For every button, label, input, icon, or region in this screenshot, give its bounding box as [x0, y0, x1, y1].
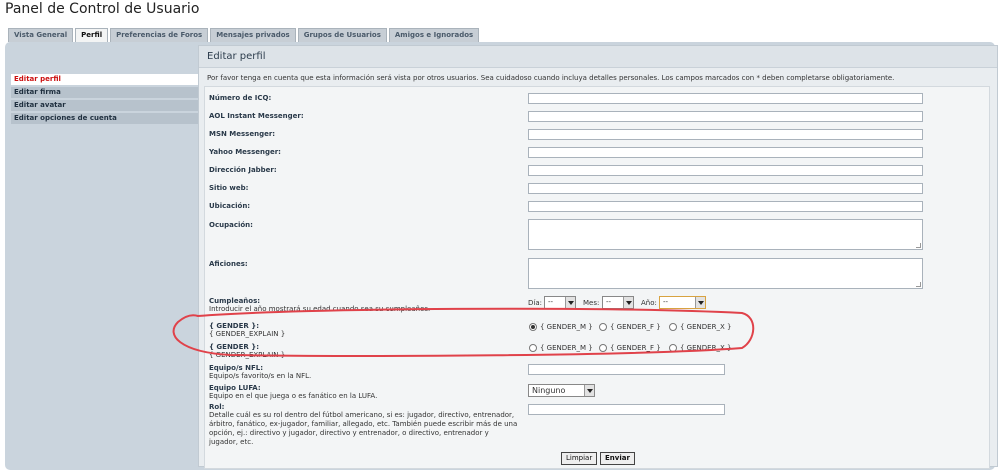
- jabber-label: Dirección Jabber:: [209, 166, 277, 174]
- chevron-down-icon: [584, 385, 594, 396]
- gender-f-radio-2[interactable]: [599, 344, 607, 352]
- sidebar-item-editar-opciones-cuenta[interactable]: Editar opciones de cuenta: [11, 113, 198, 124]
- rol-explain-line-2: árbitro, fanático, ex-jugador, familiar,…: [209, 420, 518, 428]
- gender-m-label-2: { GENDER_M }: [540, 344, 593, 352]
- month-label: Mes:: [583, 299, 600, 307]
- tab-amigos-ignorados[interactable]: Amigos e Ignorados: [388, 28, 480, 42]
- lufa-label: Equipo LUFA:: [209, 384, 261, 392]
- gender-label-2: { GENDER }:: [209, 343, 260, 351]
- gender-m-radio-2[interactable]: [529, 344, 537, 352]
- nfl-label: Equipo/s NFL:: [209, 364, 264, 372]
- gender-x-radio[interactable]: [669, 323, 677, 331]
- nfl-field[interactable]: [528, 364, 725, 375]
- profile-form: Número de ICQ: AOL Instant Messenger: MS…: [204, 86, 990, 469]
- gender-f-label-2: { GENDER_F }: [610, 344, 661, 352]
- yahoo-label: Yahoo Messenger:: [209, 148, 281, 156]
- submit-button[interactable]: Enviar: [600, 452, 635, 465]
- year-select[interactable]: --: [659, 296, 706, 309]
- gender-label: { GENDER }:: [209, 322, 260, 330]
- icq-field[interactable]: [528, 93, 923, 104]
- gender-f-radio[interactable]: [599, 323, 607, 331]
- rol-explain-line-4: jugador, etc.: [209, 438, 254, 446]
- gender-explain-2: { GENDER_EXPLAIN }: [209, 351, 286, 359]
- sidebar-item-editar-perfil[interactable]: Editar perfil: [11, 74, 198, 85]
- control-panel: Editar perfil Editar firma Editar avatar…: [5, 42, 998, 470]
- lufa-value: Ninguno: [532, 386, 566, 395]
- location-label: Ubicación:: [209, 202, 251, 210]
- tab-perfil[interactable]: Perfil: [75, 28, 109, 43]
- day-label: Día:: [528, 299, 542, 307]
- gender-x-label-2: { GENDER_X }: [680, 344, 732, 352]
- tab-bar: Vista General Perfil Preferencias de For…: [8, 28, 481, 43]
- lufa-select[interactable]: Ninguno: [528, 384, 595, 397]
- tab-mensajes-privados[interactable]: Mensajes privados: [210, 28, 296, 42]
- nfl-explain: Equipo/s favorito/s en la NFL.: [209, 372, 312, 380]
- aim-field[interactable]: [528, 111, 923, 122]
- day-select[interactable]: --: [544, 296, 576, 309]
- gender-f-label: { GENDER_F }: [610, 323, 661, 331]
- rol-field[interactable]: [528, 404, 725, 415]
- gender-x-radio-2[interactable]: [669, 344, 677, 352]
- month-value: --: [606, 298, 612, 306]
- tab-grupos-usuarios[interactable]: Grupos de Usuarios: [297, 28, 387, 42]
- rol-explain-line-3: opción, ej.: directivo y jugador, direct…: [209, 429, 489, 437]
- aim-label: AOL Instant Messenger:: [209, 112, 304, 120]
- msn-field[interactable]: [528, 129, 923, 140]
- gender-m-radio[interactable]: [529, 323, 537, 331]
- jabber-field[interactable]: [528, 165, 923, 176]
- sidebar: Editar perfil Editar firma Editar avatar…: [11, 74, 198, 126]
- website-label: Sitio web:: [209, 184, 249, 192]
- rol-label: Rol:: [209, 403, 225, 411]
- birthday-label: Cumpleaños:: [209, 297, 261, 305]
- sidebar-item-label: Editar opciones de cuenta: [14, 114, 117, 122]
- gender-m-label: { GENDER_M }: [540, 323, 593, 331]
- year-value: --: [663, 298, 669, 306]
- chevron-down-icon: [623, 297, 633, 308]
- lufa-explain: Equipo en el que juega o es fanático en …: [209, 392, 378, 400]
- msn-label: MSN Messenger:: [209, 130, 276, 138]
- icq-label: Número de ICQ:: [209, 94, 272, 102]
- gender-x-label: { GENDER_X }: [680, 323, 732, 331]
- birthday-explain: Introducir el año mostrará su edad cuand…: [209, 305, 431, 313]
- sidebar-item-label: Editar perfil: [14, 75, 61, 83]
- main-content: Editar perfil Por favor tenga en cuenta …: [198, 45, 998, 469]
- rol-explain-line-1: Detalle cuál es su rol dentro del fútbol…: [209, 411, 515, 419]
- gender-explain: { GENDER_EXPLAIN }: [209, 330, 286, 338]
- tab-vista-general[interactable]: Vista General: [8, 28, 74, 42]
- location-field[interactable]: [528, 201, 923, 212]
- occupation-textarea[interactable]: [528, 219, 923, 250]
- sidebar-item-label: Editar avatar: [14, 101, 66, 109]
- month-select[interactable]: --: [602, 296, 634, 309]
- interests-textarea[interactable]: [528, 258, 923, 289]
- content-heading: Editar perfil: [199, 46, 997, 68]
- reset-button[interactable]: Limpiar: [561, 452, 598, 465]
- website-field[interactable]: [528, 183, 923, 194]
- privacy-notice: Por favor tenga en cuenta que esta infor…: [207, 74, 895, 82]
- year-label: Año:: [641, 299, 657, 307]
- page-title: Panel de Control de Usuario: [5, 1, 200, 17]
- sidebar-item-label: Editar firma: [14, 88, 61, 96]
- chevron-down-icon: [695, 297, 705, 308]
- day-value: --: [548, 298, 554, 306]
- occupation-label: Ocupación:: [209, 221, 253, 229]
- interests-label: Aficiones:: [209, 260, 248, 268]
- sidebar-item-editar-firma[interactable]: Editar firma: [11, 87, 198, 98]
- tab-preferencias-foros[interactable]: Preferencias de Foros: [110, 28, 209, 42]
- chevron-down-icon: [565, 297, 575, 308]
- yahoo-field[interactable]: [528, 147, 923, 158]
- sidebar-item-editar-avatar[interactable]: Editar avatar: [11, 100, 198, 111]
